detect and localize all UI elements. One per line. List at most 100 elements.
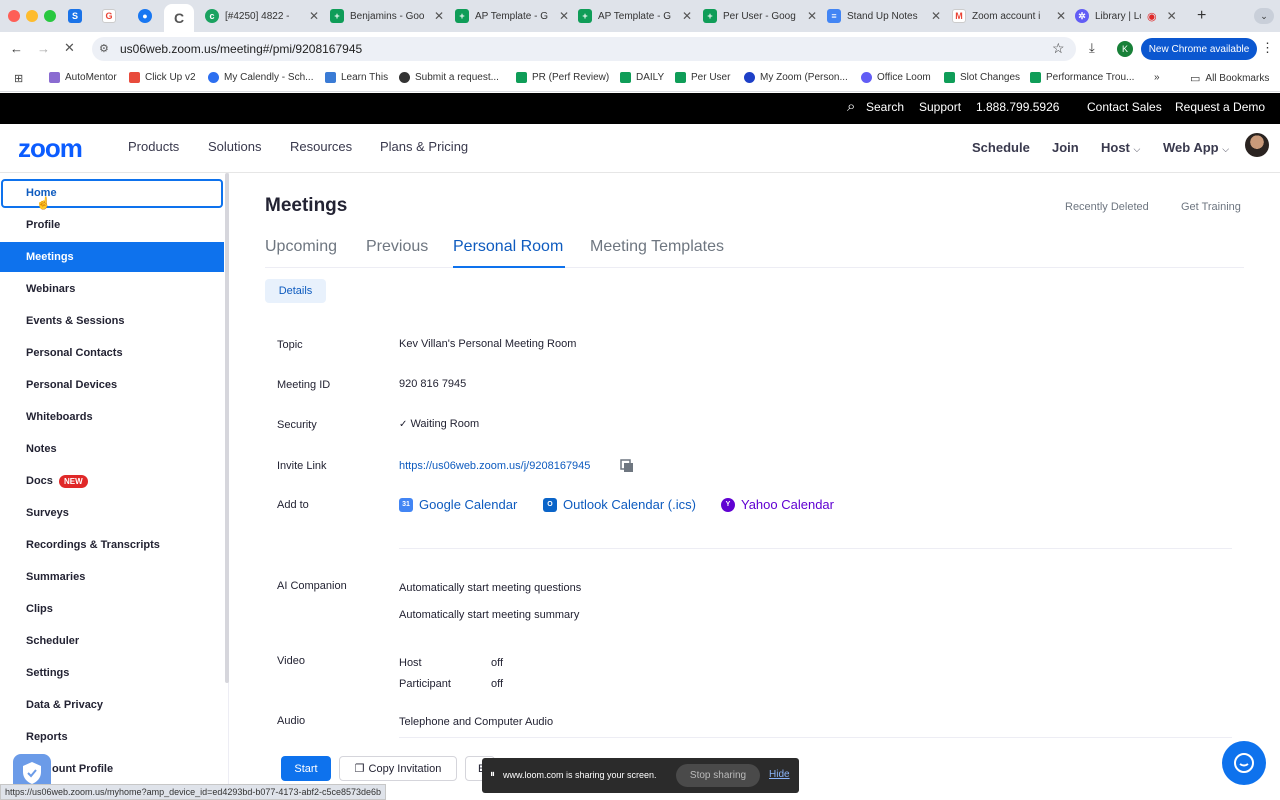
browser-tab[interactable]: ≡ Stand Up Notes ✕ xyxy=(827,4,941,28)
bookmark-star-icon[interactable]: ☆ xyxy=(1052,40,1065,57)
schedule-link[interactable]: Schedule xyxy=(972,140,1030,155)
close-tab-icon[interactable]: ✕ xyxy=(559,9,569,23)
tab-personal-room[interactable]: Personal Room xyxy=(453,238,563,256)
close-tab-icon[interactable]: ✕ xyxy=(682,9,692,23)
tab-search-icon[interactable]: ⌄ xyxy=(1254,8,1274,24)
zoom-logo[interactable]: zoom xyxy=(18,133,83,164)
sidebar-item-whiteboards[interactable]: Whiteboards xyxy=(26,411,93,423)
sidebar-item-settings[interactable]: Settings xyxy=(26,667,69,679)
bookmark-item[interactable]: AutoMentor xyxy=(49,72,117,83)
bookmark-item[interactable]: Click Up v2 xyxy=(129,72,196,83)
bookmark-item[interactable]: My Calendly - Sch... xyxy=(208,72,313,83)
browser-tab[interactable]: + AP Template - G ✕ xyxy=(455,4,569,28)
sidebar-item-account-profile[interactable]: ount Profile xyxy=(52,763,113,775)
request-demo-link[interactable]: Request a Demo xyxy=(1175,100,1265,114)
browser-tab[interactable]: S xyxy=(68,4,82,28)
products-menu[interactable]: Products xyxy=(128,139,179,154)
browser-tab[interactable]: ● xyxy=(138,4,152,28)
close-tab-icon[interactable]: ✕ xyxy=(807,9,817,23)
copy-link-icon[interactable] xyxy=(620,459,634,478)
bookmark-item[interactable]: DAILY xyxy=(620,72,664,83)
sidebar-item-scheduler[interactable]: Scheduler xyxy=(26,635,79,647)
chrome-menu-icon[interactable]: ⋮ xyxy=(1261,40,1274,56)
new-chrome-available-button[interactable]: New Chrome available xyxy=(1141,38,1257,60)
invite-link[interactable]: https://us06web.zoom.us/j/9208167945 xyxy=(399,460,590,472)
browser-tab[interactable]: c [#4250] 4822 - ✕ xyxy=(205,4,319,28)
sidebar-item-notes[interactable]: Notes xyxy=(26,443,57,455)
stop-loading-icon[interactable]: ✕ xyxy=(64,40,75,56)
sidebar-item-profile[interactable]: Profile xyxy=(26,219,60,231)
browser-tab[interactable]: + AP Template - G ✕ xyxy=(578,4,692,28)
browser-tab[interactable]: G xyxy=(102,4,116,28)
browser-tab-active[interactable]: C xyxy=(164,4,194,32)
close-window-button[interactable] xyxy=(8,10,20,22)
forward-icon[interactable]: → xyxy=(37,41,50,56)
sidebar-item-personal-devices[interactable]: Personal Devices xyxy=(26,379,117,391)
sidebar-item-clips[interactable]: Clips xyxy=(26,603,53,615)
sidebar-item-meetings[interactable]: Meetings xyxy=(26,251,74,263)
join-link[interactable]: Join xyxy=(1052,140,1079,155)
plans-pricing-link[interactable]: Plans & Pricing xyxy=(380,139,468,154)
get-training-link[interactable]: Get Training xyxy=(1181,201,1241,213)
bookmark-item[interactable]: Office Loom xyxy=(861,72,931,83)
web-app-menu[interactable]: Web App ⌵ xyxy=(1163,140,1229,155)
contact-sales-link[interactable]: Contact Sales xyxy=(1087,100,1162,114)
close-tab-icon[interactable]: ✕ xyxy=(1056,9,1066,23)
chat-support-button[interactable] xyxy=(1222,741,1266,785)
sidebar-item-personal-contacts[interactable]: Personal Contacts xyxy=(26,347,123,359)
bookmark-item[interactable]: PR (Perf Review) xyxy=(516,72,609,83)
tab-previous[interactable]: Previous xyxy=(366,238,428,256)
bookmark-item[interactable]: Slot Changes xyxy=(944,72,1020,83)
sidebar-item-surveys[interactable]: Surveys xyxy=(26,507,69,519)
close-tab-icon[interactable]: ✕ xyxy=(434,9,444,23)
recently-deleted-link[interactable]: Recently Deleted xyxy=(1065,201,1149,213)
sidebar-scrollbar[interactable] xyxy=(225,173,229,683)
tab-meeting-templates[interactable]: Meeting Templates xyxy=(590,238,724,256)
outlook-calendar-link[interactable]: O Outlook Calendar (.ics) xyxy=(543,497,696,512)
copy-invitation-button[interactable]: ❐ Copy Invitation xyxy=(339,756,457,781)
search-icon[interactable]: ⌕ xyxy=(847,98,855,115)
details-tab[interactable]: Details xyxy=(265,279,326,303)
site-info-icon[interactable]: ⚙ xyxy=(99,42,109,55)
tab-upcoming[interactable]: Upcoming xyxy=(265,238,337,256)
back-icon[interactable]: ← xyxy=(10,41,23,56)
start-button[interactable]: Start xyxy=(281,756,331,781)
search-link[interactable]: Search xyxy=(866,100,904,114)
bookmark-item[interactable]: Performance Trou... xyxy=(1030,72,1134,83)
browser-tab[interactable]: + Per User - Goog ✕ xyxy=(703,4,817,28)
hide-button[interactable]: Hide xyxy=(769,769,790,780)
close-tab-icon[interactable]: ✕ xyxy=(931,9,941,23)
user-avatar[interactable] xyxy=(1245,133,1269,157)
close-tab-icon[interactable]: ✕ xyxy=(309,9,319,23)
more-bookmarks-button[interactable]: » xyxy=(1154,72,1160,83)
sidebar-item-webinars[interactable]: Webinars xyxy=(26,283,75,295)
download-icon[interactable]: ⤓ xyxy=(1089,40,1095,56)
sidebar-item-events[interactable]: Events & Sessions xyxy=(26,315,124,327)
bookmark-item[interactable]: Per User xyxy=(675,72,730,83)
browser-tab[interactable]: M Zoom account i ✕ xyxy=(952,4,1066,28)
new-tab-icon[interactable]: + xyxy=(1197,7,1206,25)
solutions-menu[interactable]: Solutions xyxy=(208,139,261,154)
sidebar-item-reports[interactable]: Reports xyxy=(26,731,68,743)
sidebar-item-summaries[interactable]: Summaries xyxy=(26,571,85,583)
profile-avatar[interactable]: K xyxy=(1117,41,1133,57)
url-text[interactable]: us06web.zoom.us/meeting#/pmi/9208167945 xyxy=(120,42,362,56)
close-tab-icon[interactable]: ✕ xyxy=(1167,9,1177,23)
google-calendar-link[interactable]: 31 Google Calendar xyxy=(399,497,517,512)
browser-tab[interactable]: + Benjamins - Goo ✕ xyxy=(330,4,444,28)
bookmark-item[interactable]: Submit a request... xyxy=(399,72,499,83)
host-menu[interactable]: Host ⌵ xyxy=(1101,140,1140,155)
minimize-window-button[interactable] xyxy=(26,10,38,22)
resources-menu[interactable]: Resources xyxy=(290,139,352,154)
apps-grid-icon[interactable]: ⊞ xyxy=(14,72,23,85)
browser-tab[interactable]: ✲ Library | Loo ◉ ✕ xyxy=(1075,4,1177,28)
support-link[interactable]: Support xyxy=(919,100,961,114)
sidebar-item-docs[interactable]: Docs xyxy=(26,475,53,487)
bookmark-item[interactable]: Learn This xyxy=(325,72,388,83)
all-bookmarks-button[interactable]: ▭ All Bookmarks xyxy=(1190,72,1269,85)
sidebar-item-data-privacy[interactable]: Data & Privacy xyxy=(26,699,103,711)
yahoo-calendar-link[interactable]: Y Yahoo Calendar xyxy=(721,497,834,512)
sidebar-item-recordings[interactable]: Recordings & Transcripts xyxy=(26,539,160,551)
maximize-window-button[interactable] xyxy=(44,10,56,22)
bookmark-item[interactable]: My Zoom (Person... xyxy=(744,72,848,83)
